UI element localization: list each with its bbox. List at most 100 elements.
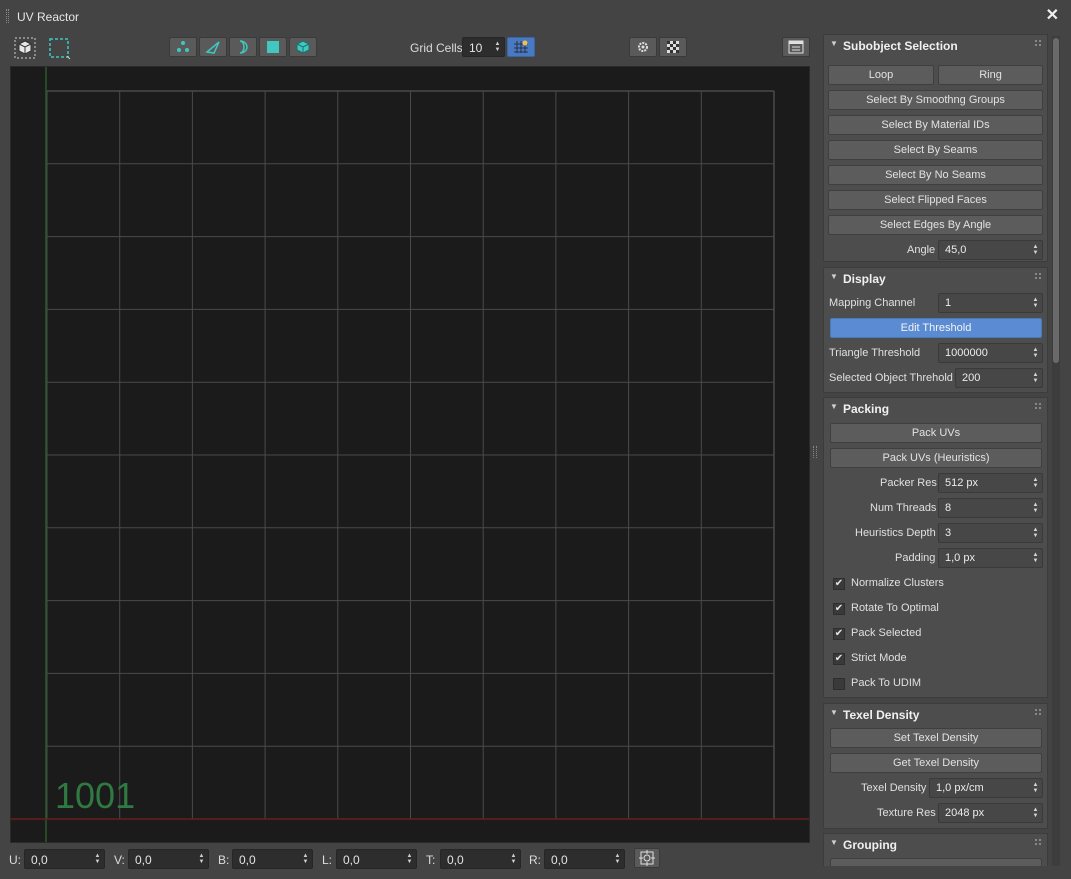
stepper-arrows-icon[interactable]: ▲ ▼	[1032, 552, 1039, 565]
heuristics-depth-field[interactable]: 3 ▲ ▼	[938, 523, 1043, 543]
v-label: V:	[114, 853, 125, 867]
drag-handle-icon[interactable]	[1035, 839, 1041, 845]
set-texel-density-button[interactable]: Set Texel Density	[830, 728, 1042, 748]
element-mode-icon[interactable]	[289, 37, 317, 57]
texel-density-field[interactable]: 1,0 px/cm ▲ ▼	[929, 778, 1043, 798]
b-label: B:	[218, 853, 230, 867]
select-edges-by-angle-button[interactable]: Select Edges By Angle	[828, 215, 1043, 235]
drag-handle-icon[interactable]	[1035, 40, 1041, 46]
heuristics-depth-label: Heuristics Depth	[855, 527, 936, 539]
stepper-arrows-icon[interactable]: ▲ ▼	[198, 853, 205, 866]
rollout-header[interactable]: ▼ Texel Density	[824, 704, 1047, 726]
t-field[interactable]: 0,0 ▲ ▼	[440, 849, 521, 869]
strict-mode-checkbox[interactable]: ✔	[833, 653, 845, 665]
texel-density-label: Texel Density	[861, 782, 927, 794]
l-field[interactable]: 0,0 ▲ ▼	[336, 849, 417, 869]
texture-res-field[interactable]: 2048 px ▲ ▼	[938, 803, 1043, 823]
collapse-triangle-icon[interactable]: ▼	[830, 708, 838, 717]
vertex-mode-icon[interactable]	[169, 37, 197, 57]
stepper-arrows-icon[interactable]: ▲ ▼	[1032, 477, 1039, 490]
triangle-threshold-value: 1000000	[945, 347, 988, 359]
uv-viewport[interactable]: 1001	[10, 66, 810, 843]
face-mode-icon[interactable]	[259, 37, 287, 57]
rotate-to-optimal-checkbox[interactable]: ✔	[833, 603, 845, 615]
stepper-arrows-icon[interactable]: ▲ ▼	[1032, 297, 1039, 310]
get-texel-density-button[interactable]: Get Texel Density	[830, 753, 1042, 773]
angle-field[interactable]: 45,0 ▲ ▼	[938, 240, 1043, 260]
checkmark-icon: ✔	[834, 653, 844, 664]
rollout-header[interactable]: ▼ Packing	[824, 398, 1047, 420]
rollout-title: Display	[843, 272, 886, 286]
rollout-header[interactable]: ▼ Display	[824, 268, 1047, 290]
collapse-triangle-icon[interactable]: ▼	[830, 272, 838, 281]
texture-res-value: 2048 px	[945, 807, 985, 819]
stepper-arrows-icon[interactable]: ▲ ▼	[1032, 527, 1039, 540]
stepper-arrows-icon[interactable]: ▲ ▼	[510, 853, 517, 866]
edge-mode-icon[interactable]	[199, 37, 227, 57]
select-by-material-button[interactable]: Select By Material IDs	[828, 115, 1043, 135]
marquee-select-icon[interactable]	[46, 36, 72, 60]
pack-uvs-heuristics-button[interactable]: Pack UVs (Heuristics)	[830, 448, 1042, 468]
stepper-arrows-icon[interactable]: ▲ ▼	[1032, 782, 1039, 795]
stepper-arrows-icon[interactable]: ▲ ▼	[94, 853, 101, 866]
collapse-triangle-icon[interactable]: ▼	[830, 39, 838, 48]
checker-icon[interactable]	[659, 37, 687, 57]
pack-selected-checkbox[interactable]: ✔	[833, 628, 845, 640]
focus-target-icon[interactable]	[634, 848, 660, 868]
stepper-arrows-icon[interactable]: ▲ ▼	[302, 853, 309, 866]
stepper-arrows-icon[interactable]: ▲ ▼	[1032, 372, 1039, 385]
drag-handle-icon[interactable]	[1035, 403, 1041, 409]
selected-object-threshold-field[interactable]: 200 ▲ ▼	[955, 368, 1043, 388]
num-threads-field[interactable]: 8 ▲ ▼	[938, 498, 1043, 518]
selected-object-threshold-label: Selected Object Threhold	[829, 372, 953, 384]
stepper-arrows-icon[interactable]: ▲ ▼	[1032, 244, 1039, 257]
stepper-arrows-icon[interactable]: ▲ ▼	[1032, 347, 1039, 360]
drag-handle-icon[interactable]	[1035, 273, 1041, 279]
pack-uvs-button[interactable]: Pack UVs	[830, 423, 1042, 443]
grouping-button[interactable]	[830, 858, 1042, 866]
u-field[interactable]: 0,0 ▲ ▼	[24, 849, 105, 869]
ring-button[interactable]: Ring	[938, 65, 1043, 85]
rollout-header[interactable]: ▼ Subobject Selection	[824, 35, 1047, 57]
r-field[interactable]: 0,0 ▲ ▼	[544, 849, 625, 869]
panel-toggle-icon[interactable]	[782, 37, 810, 57]
scrollbar-thumb[interactable]	[1053, 38, 1059, 363]
rollout-texel-density: ▼ Texel Density Set Texel Density Get Te…	[823, 703, 1048, 829]
packer-res-field[interactable]: 512 px ▲ ▼	[938, 473, 1043, 493]
padding-field[interactable]: 1,0 px ▲ ▼	[938, 548, 1043, 568]
grid-cells-stepper[interactable]: 10 ▲ ▼	[462, 37, 505, 57]
border-mode-icon[interactable]	[229, 37, 257, 57]
v-field[interactable]: 0,0 ▲ ▼	[128, 849, 209, 869]
select-flipped-faces-button[interactable]: Select Flipped Faces	[828, 190, 1043, 210]
select-by-smoothing-button[interactable]: Select By Smoothng Groups	[828, 90, 1043, 110]
collapse-triangle-icon[interactable]: ▼	[830, 402, 838, 411]
cube-select-icon[interactable]	[12, 36, 38, 60]
stepper-arrows-icon[interactable]: ▲ ▼	[1032, 502, 1039, 515]
normalize-clusters-checkbox[interactable]: ✔	[833, 578, 845, 590]
close-icon[interactable]: ✕	[1046, 7, 1059, 25]
drag-handle-icon[interactable]	[1035, 709, 1041, 715]
b-field[interactable]: 0,0 ▲ ▼	[232, 849, 313, 869]
b-value: 0,0	[239, 853, 256, 867]
title-grip-handle[interactable]	[6, 9, 9, 23]
stepper-arrows-icon[interactable]: ▲ ▼	[1032, 807, 1039, 820]
triangle-threshold-field[interactable]: 1000000 ▲ ▼	[938, 343, 1043, 363]
pack-to-udim-checkbox[interactable]	[833, 678, 845, 690]
u-label: U:	[9, 853, 21, 867]
grid-snap-icon[interactable]	[507, 37, 535, 57]
select-by-seams-button[interactable]: Select By Seams	[828, 140, 1043, 160]
loop-button[interactable]: Loop	[828, 65, 934, 85]
collapse-triangle-icon[interactable]: ▼	[830, 838, 838, 847]
settings-gear-icon[interactable]	[629, 37, 657, 57]
panel-scrollbar[interactable]	[1052, 36, 1060, 866]
stepper-arrows-icon[interactable]: ▲ ▼	[406, 853, 413, 866]
t-value: 0,0	[447, 853, 464, 867]
edit-threshold-button[interactable]: Edit Threshold	[830, 318, 1042, 338]
angle-label: Angle	[907, 244, 936, 256]
rollout-header[interactable]: ▼ Grouping	[824, 834, 1047, 856]
select-by-no-seams-button[interactable]: Select By No Seams	[828, 165, 1043, 185]
stepper-arrows-icon[interactable]: ▲ ▼	[614, 853, 621, 866]
mapping-channel-field[interactable]: 1 ▲ ▼	[938, 293, 1043, 313]
panel-splitter-handle[interactable]	[813, 446, 817, 458]
stepper-arrows-icon[interactable]: ▲ ▼	[494, 41, 501, 54]
